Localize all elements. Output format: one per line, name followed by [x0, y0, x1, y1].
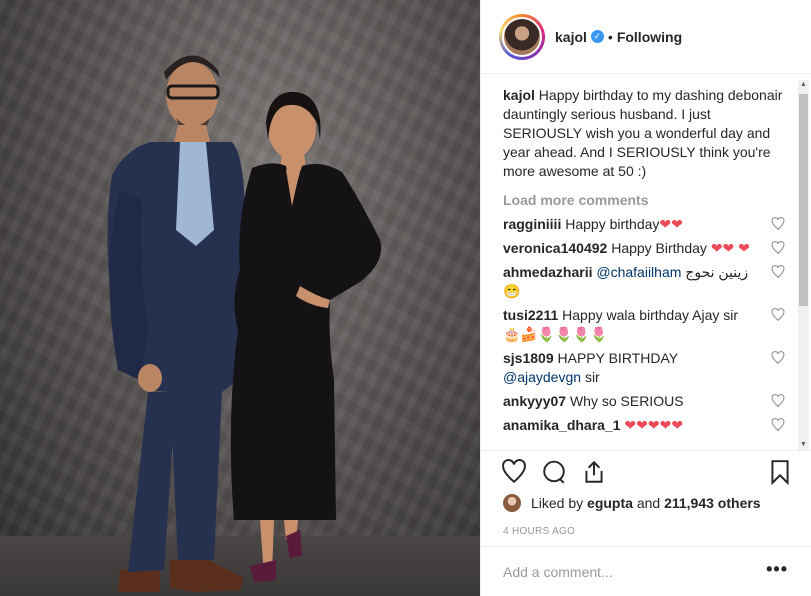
scroll-down-arrow-icon[interactable]: ▼: [798, 440, 809, 450]
comment-username[interactable]: ragginiiii: [503, 216, 561, 232]
likes-prefix: Liked by: [531, 495, 584, 511]
action-bar: [481, 450, 811, 492]
comment-item: sjs1809 HAPPY BIRTHDAY @ajaydevgn sir: [503, 349, 785, 387]
comment-username[interactable]: anamika_dhara_1: [503, 417, 621, 433]
scroll-up-arrow-icon[interactable]: ▲: [798, 80, 809, 90]
comment-username[interactable]: sjs1809: [503, 350, 554, 366]
comment-emoji: ❤❤: [659, 216, 683, 232]
comment-username[interactable]: ahmedazharii: [503, 264, 592, 280]
comment-item: anamika_dhara_1 ❤❤❤❤❤: [503, 416, 785, 435]
comment-mention[interactable]: @ajaydevgn: [503, 369, 581, 385]
comment-item: veronica140492 Happy Birthday ❤❤ ❤: [503, 239, 785, 258]
like-comment-heart-icon[interactable]: [771, 265, 785, 279]
like-heart-icon[interactable]: [501, 459, 527, 485]
verified-badge-icon: ✓: [590, 30, 604, 43]
following-button[interactable]: Following: [617, 29, 682, 45]
comment-text: Happy birthday: [565, 216, 660, 232]
post-header: kajol ✓ • Following: [481, 0, 811, 74]
liker-avatar[interactable]: [503, 494, 521, 512]
post-caption: kajol Happy birthday to my dashing debon…: [503, 86, 785, 181]
comment-text: Why so SERIOUS: [569, 393, 684, 409]
story-ring[interactable]: [499, 13, 545, 60]
comment-emoji: 😁: [503, 283, 521, 299]
share-icon[interactable]: [581, 459, 607, 485]
avatar[interactable]: [502, 16, 542, 57]
comment-emoji: 🎂🍰🌷🌷🌷🌷: [503, 326, 608, 342]
scrollbar-thumb[interactable]: [799, 94, 808, 306]
bookmark-icon[interactable]: [767, 459, 793, 485]
comment-text: Happy wala birthday Ajay sir: [562, 307, 739, 323]
post-timestamp[interactable]: 4 HOURS AGO: [503, 526, 575, 537]
caption-username[interactable]: kajol: [503, 87, 535, 103]
comment-username[interactable]: ankyyy07: [503, 393, 566, 409]
load-more-comments-button[interactable]: Load more comments: [503, 191, 785, 210]
like-comment-heart-icon[interactable]: [771, 351, 785, 365]
comments-list[interactable]: kajol Happy birthday to my dashing debon…: [503, 86, 785, 446]
comment-text: زينين نحوج: [685, 264, 749, 280]
instagram-post: kajol ✓ • Following kajol Happy birthday…: [0, 0, 811, 596]
like-comment-heart-icon[interactable]: [771, 418, 785, 432]
comment-item: tusi2211 Happy wala birthday Ajay sir 🎂🍰…: [503, 306, 785, 344]
comment-username[interactable]: tusi2211: [503, 307, 558, 323]
comment-emoji: ❤❤❤❤❤: [624, 417, 684, 433]
comment-mention[interactable]: @chafaiilham: [596, 264, 681, 280]
add-comment-bar: Add a comment... •••: [481, 546, 811, 596]
comment-emoji: ❤❤ ❤: [710, 240, 750, 256]
comment-username[interactable]: veronica140492: [503, 240, 607, 256]
comments-scrollbar[interactable]: ▲ ▼: [798, 80, 809, 450]
post-sidebar: kajol ✓ • Following kajol Happy birthday…: [480, 0, 811, 596]
caption-text: Happy birthday to my dashing debonair da…: [503, 87, 783, 179]
header-separator: •: [607, 28, 613, 45]
likes-summary: Liked by egupta and 211,943 others: [503, 494, 761, 512]
comment-bubble-icon[interactable]: [541, 459, 567, 485]
comment-text: HAPPY BIRTHDAY: [557, 350, 678, 366]
comment-text: Happy Birthday: [611, 240, 707, 256]
post-photo[interactable]: [0, 0, 480, 596]
comment-item: ankyyy07 Why so SERIOUS: [503, 392, 785, 411]
comment-item: ragginiiii Happy birthday❤❤: [503, 215, 785, 234]
like-comment-heart-icon[interactable]: [771, 217, 785, 231]
likes-joiner: and: [636, 495, 661, 511]
like-comment-heart-icon[interactable]: [771, 394, 785, 408]
like-comment-heart-icon[interactable]: [771, 241, 785, 255]
likes-user[interactable]: egupta: [587, 495, 633, 511]
header-username[interactable]: kajol: [555, 29, 587, 45]
comment-text-suffix: sir: [584, 369, 600, 385]
comment-item: ahmedazharii @chafaiilham زينين نحوج 😁: [503, 263, 785, 301]
like-comment-heart-icon[interactable]: [771, 308, 785, 322]
couple-figure: [107, 55, 382, 592]
add-comment-input[interactable]: Add a comment...: [503, 564, 613, 580]
likes-count[interactable]: 211,943 others: [664, 495, 761, 511]
more-options-icon[interactable]: •••: [766, 559, 788, 580]
